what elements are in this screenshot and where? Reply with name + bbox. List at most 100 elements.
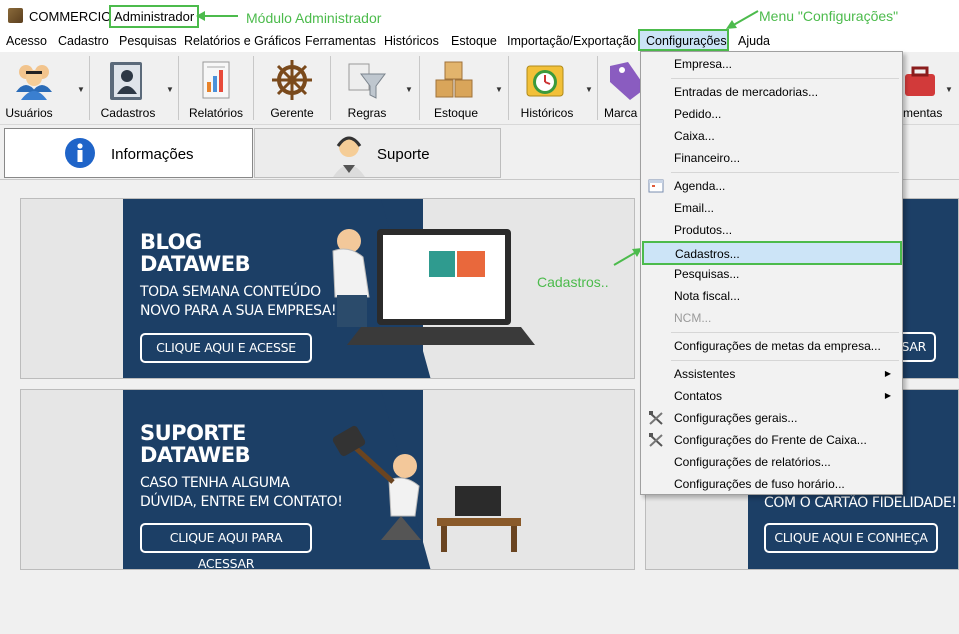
blog-banner-button[interactable]: CLIQUE AQUI E ACESSE xyxy=(140,333,312,363)
toolbar-ferramentas-button[interactable]: mentas ▼ xyxy=(903,52,959,124)
dd-pesquisas[interactable]: Pesquisas... xyxy=(642,263,901,285)
blog-banner-sub-2: NOVO PARA A SUA EMPRESA! xyxy=(140,303,337,319)
dd-agenda[interactable]: Agenda... xyxy=(642,175,901,197)
suporte-banner-sub-2: DÚVIDA, ENTRE EM CONTATO! xyxy=(140,494,343,510)
toolbar-usuarios-button[interactable]: Usuários ▼ xyxy=(4,52,88,124)
toolbar-marcas-button[interactable]: Marca xyxy=(600,52,646,124)
dropdown-arrow-icon[interactable]: ▼ xyxy=(166,85,174,94)
dd-assistentes-label: Assistentes xyxy=(674,367,736,381)
dd-empresa-label: Empresa... xyxy=(674,57,733,71)
toolbar-separator xyxy=(253,56,254,120)
toolbar-gerente-button[interactable]: Gerente xyxy=(256,52,328,124)
dd-config-gerais[interactable]: Configurações gerais... xyxy=(642,407,901,429)
configuracoes-dropdown: Empresa... Entradas de mercadorias... Pe… xyxy=(640,51,903,495)
tab-suporte[interactable]: Suporte xyxy=(254,128,501,178)
blog-banner-title-1: BLOG xyxy=(140,230,202,254)
dd-produtos[interactable]: Produtos... xyxy=(642,219,901,241)
window-title: COMMERCIO - xyxy=(29,9,120,24)
dropdown-arrow-icon[interactable]: ▼ xyxy=(945,85,953,94)
dd-caixa[interactable]: Caixa... xyxy=(642,125,901,147)
dd-config-relatorios-label: Configurações de relatórios... xyxy=(674,455,831,469)
toolbar-separator xyxy=(178,56,179,120)
suporte-banner-sub-1: CASO TENHA ALGUMA xyxy=(140,475,290,491)
menu-importacao[interactable]: Importação/Exportação xyxy=(507,34,636,48)
dd-empresa[interactable]: Empresa... xyxy=(642,53,901,75)
toolbar-regras-label: Regras xyxy=(347,106,387,120)
dd-cadastros[interactable]: Cadastros... xyxy=(642,241,902,265)
toolbar-usuarios-label: Usuários xyxy=(5,106,53,120)
dd-ncm-label: NCM... xyxy=(674,311,712,325)
support-agent-icon xyxy=(333,136,365,177)
menu-cadastro[interactable]: Cadastro xyxy=(58,34,109,48)
dd-separator xyxy=(671,332,899,333)
menu-acesso[interactable]: Acesso xyxy=(6,34,47,48)
info-icon xyxy=(65,138,95,168)
dd-config-fuso-label: Configurações de fuso horário... xyxy=(674,477,845,491)
suporte-banner-illustration xyxy=(321,390,521,569)
dd-entradas[interactable]: Entradas de mercadorias... xyxy=(642,81,901,103)
filter-icon xyxy=(348,63,386,99)
menu-ajuda[interactable]: Ajuda xyxy=(738,34,770,48)
menu-ferramentas[interactable]: Ferramentas xyxy=(305,34,376,48)
dd-caixa-label: Caixa... xyxy=(674,129,715,143)
dd-pedido-label: Pedido... xyxy=(674,107,722,121)
toolbar-cadastros-button[interactable]: Cadastros ▼ xyxy=(92,52,176,124)
dd-config-fuso[interactable]: Configurações de fuso horário... xyxy=(642,473,901,495)
toolbar-estoque-button[interactable]: Estoque ▼ xyxy=(422,52,506,124)
menu-bar: Acesso Cadastro Pesquisas Relatórios e G… xyxy=(0,32,959,52)
menu-pesquisas[interactable]: Pesquisas xyxy=(119,34,177,48)
arrow-icon xyxy=(726,10,759,29)
dd-contatos-label: Contatos xyxy=(674,389,723,403)
dd-financeiro-label: Financeiro... xyxy=(674,151,741,165)
toolbar-relatorios-button[interactable]: Relatórios xyxy=(181,52,251,124)
dd-produtos-label: Produtos... xyxy=(674,223,733,237)
dd-nota-fiscal-label: Nota fiscal... xyxy=(674,289,741,303)
dd-metas[interactable]: Configurações de metas da empresa... xyxy=(642,335,901,357)
dd-contatos[interactable]: Contatos ▶ xyxy=(642,385,901,407)
users-icon xyxy=(16,65,52,100)
dd-financeiro[interactable]: Financeiro... xyxy=(642,147,901,169)
menu-relatorios[interactable]: Relatórios e Gráficos xyxy=(184,34,301,48)
tools-icon xyxy=(649,411,663,425)
calendar-icon xyxy=(648,179,664,193)
dropdown-arrow-icon[interactable]: ▼ xyxy=(585,85,593,94)
submenu-arrow-icon: ▶ xyxy=(884,391,891,400)
toolbar-marcas-label: Marca xyxy=(604,106,638,120)
submenu-arrow-icon: ▶ xyxy=(884,369,891,378)
dd-separator xyxy=(671,360,899,361)
menu-configuracoes[interactable]: Configurações xyxy=(638,29,729,51)
suporte-banner-button[interactable]: CLIQUE AQUI PARA ACESSAR xyxy=(140,523,312,569)
dropdown-arrow-icon[interactable]: ▼ xyxy=(405,85,413,94)
menu-historicos[interactable]: Históricos xyxy=(384,34,439,48)
dd-nota-fiscal[interactable]: Nota fiscal... xyxy=(642,285,901,307)
right-bottom-banner-sub: COM O CARTÃO FIDELIDADE! xyxy=(764,495,957,511)
toolbar-regras-button[interactable]: Regras ▼ xyxy=(333,52,417,124)
app-icon xyxy=(8,8,23,23)
dd-email[interactable]: Email... xyxy=(642,197,901,219)
dd-config-frente-caixa-label: Configurações do Frente de Caixa... xyxy=(674,433,867,447)
dd-cadastros-label: Cadastros... xyxy=(675,247,740,261)
ship-wheel-icon xyxy=(272,60,312,100)
dropdown-arrow-icon[interactable]: ▼ xyxy=(495,85,503,94)
suporte-banner[interactable]: SUPORTE DATAWEB CASO TENHA ALGUMA DÚVIDA… xyxy=(20,389,635,570)
dd-separator xyxy=(671,78,899,79)
dd-config-relatorios[interactable]: Configurações de relatórios... xyxy=(642,451,901,473)
menu-estoque[interactable]: Estoque xyxy=(451,34,497,48)
tab-informacoes[interactable]: Informações xyxy=(4,128,253,178)
dd-metas-label: Configurações de metas da empresa... xyxy=(674,339,881,353)
toolbar-historicos-button[interactable]: Históricos ▼ xyxy=(511,52,595,124)
toolbar-separator xyxy=(597,56,598,120)
blog-banner-title-2: DATAWEB xyxy=(140,252,251,276)
right-bottom-banner-button[interactable]: CLIQUE AQUI E CONHEÇA xyxy=(764,523,938,553)
dd-email-label: Email... xyxy=(674,201,715,215)
dd-pesquisas-label: Pesquisas... xyxy=(674,267,740,281)
dd-config-frente-caixa[interactable]: Configurações do Frente de Caixa... xyxy=(642,429,901,451)
toolbar-estoque-label: Estoque xyxy=(433,106,479,120)
dd-pedido[interactable]: Pedido... xyxy=(642,103,901,125)
toolbar-ferramentas-label: mentas xyxy=(903,106,943,120)
dropdown-arrow-icon[interactable]: ▼ xyxy=(77,85,85,94)
suporte-banner-title-2: DATAWEB xyxy=(140,443,251,467)
module-annotation: Módulo Administrador xyxy=(246,10,382,26)
dd-assistentes[interactable]: Assistentes ▶ xyxy=(642,363,901,385)
history-icon xyxy=(526,65,564,97)
